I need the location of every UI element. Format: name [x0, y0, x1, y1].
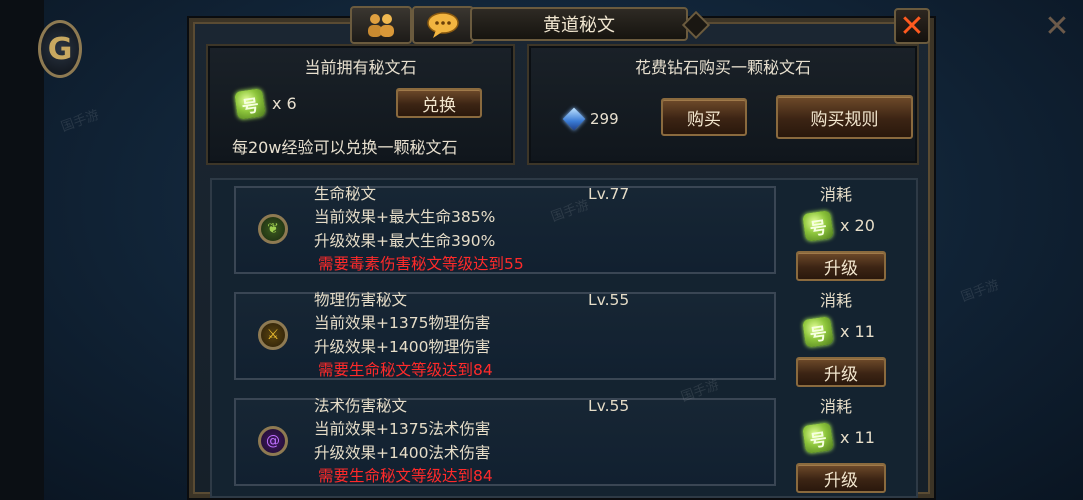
buy-button[interactable]: 购买	[661, 98, 747, 136]
rune-current-effect: 当前效果+1375法术伤害	[314, 420, 491, 438]
cost-label: 消耗	[820, 397, 853, 416]
tab-chat[interactable]	[412, 6, 474, 44]
game-logo-icon[interactable]: G	[38, 20, 82, 78]
rune-current-effect: 当前效果+1375物理伤害	[314, 314, 491, 332]
magic-swirl-rune-icon: @	[258, 426, 288, 456]
rune-next-effect: 升级效果+1400物理伤害	[314, 338, 491, 356]
stone-gem-icon: 号	[234, 88, 266, 120]
background-close-icon: ✕	[1044, 9, 1070, 44]
exchange-note: 每20w经验可以兑换一颗秘文石	[232, 138, 458, 157]
stone-gem-icon: 号	[802, 210, 834, 242]
diamond-price: 299	[590, 110, 619, 128]
upgrade-button[interactable]: 升级	[796, 357, 886, 387]
close-button[interactable]: ✕	[894, 8, 930, 44]
stone-gem-icon: 号	[802, 316, 834, 348]
stone-gem-icon: 号	[802, 422, 834, 454]
screen-edge	[0, 0, 44, 500]
cost-quantity: x 11	[840, 322, 875, 341]
rune-next-effect: 升级效果+最大生命390%	[314, 232, 496, 250]
upgrade-button-label: 升级	[824, 258, 858, 279]
rune-requirement: 需要生命秘文等级达到84	[318, 467, 493, 485]
upgrade-button-label: 升级	[824, 364, 858, 385]
chat-bubble-icon	[427, 12, 459, 38]
rune-name: 法术伤害秘文	[314, 397, 408, 415]
cost-label: 消耗	[820, 291, 853, 310]
rune-level: Lv.55	[588, 291, 630, 309]
rune-requirement: 需要毒素伤害秘文等级达到55	[318, 255, 524, 273]
game-screen: G ✕ 黄道秘文 ✕ 当前拥有秘文石 号 x 6 兑换 每20w经验可以兑换一颗…	[0, 0, 1083, 500]
leaf-rune-icon: ❦	[258, 214, 288, 244]
window-title-text: 黄道秘文	[543, 15, 615, 36]
rune-level: Lv.55	[588, 397, 630, 415]
upgrade-button[interactable]: 升级	[796, 463, 886, 493]
upgrade-button[interactable]: 升级	[796, 251, 886, 281]
people-icon	[368, 14, 394, 37]
cost-quantity: x 20	[840, 216, 875, 235]
cost-label: 消耗	[820, 185, 853, 204]
cost-quantity: x 11	[840, 428, 875, 447]
rune-current-effect: 当前效果+最大生命385%	[314, 208, 496, 226]
rune-next-effect: 升级效果+1400法术伤害	[314, 444, 491, 462]
owned-stone-count: x 6	[272, 94, 297, 113]
rune-requirement: 需要生命秘文等级达到84	[318, 361, 493, 379]
buy-button-label: 购买	[687, 109, 721, 130]
window-title: 黄道秘文	[470, 7, 688, 41]
rune-name: 物理伤害秘文	[314, 291, 408, 309]
watermark: 国手游	[959, 277, 1002, 306]
owned-stones-heading: 当前拥有秘文石	[304, 58, 417, 77]
sword-rune-icon: ⚔	[258, 320, 288, 350]
purchase-rules-label: 购买规则	[810, 109, 879, 130]
exchange-button-label: 兑换	[422, 95, 456, 116]
close-icon: ✕	[899, 8, 925, 44]
exchange-button[interactable]: 兑换	[396, 88, 482, 118]
rune-level: Lv.77	[588, 185, 630, 203]
tab-friends[interactable]	[350, 6, 412, 44]
purchase-rules-button[interactable]: 购买规则	[776, 95, 913, 139]
watermark: 国手游	[59, 107, 102, 136]
upgrade-button-label: 升级	[824, 470, 858, 491]
buy-stone-heading: 花费钻石购买一颗秘文石	[634, 58, 811, 77]
rune-name: 生命秘文	[314, 185, 377, 203]
